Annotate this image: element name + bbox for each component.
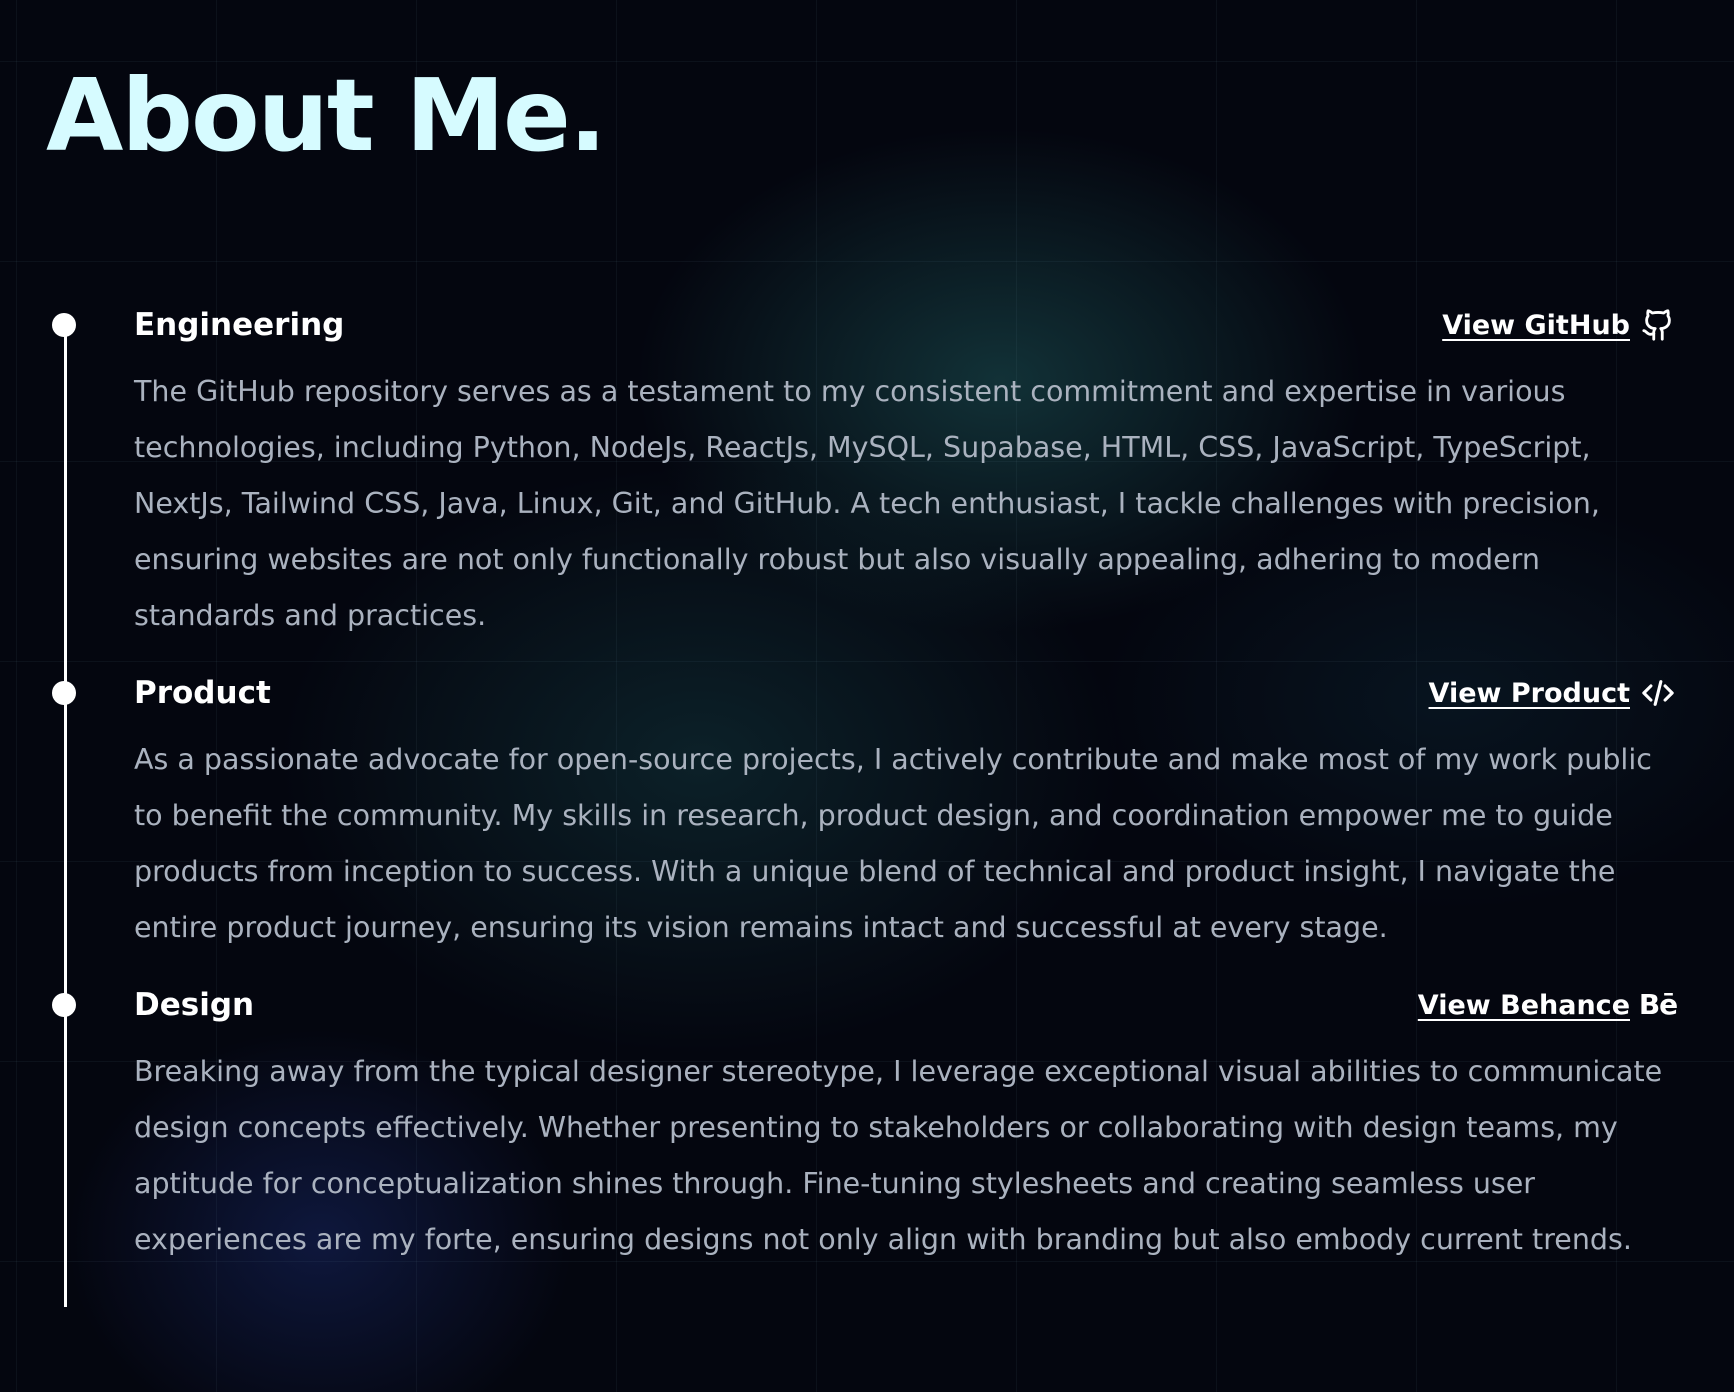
view-github-link[interactable]: View GitHub: [1442, 307, 1676, 343]
section-design: Design View Behance Bē Breaking away fro…: [52, 980, 1678, 1268]
link-label: View Product: [1428, 677, 1630, 709]
section-description: The GitHub repository serves as a testam…: [134, 375, 1600, 632]
section-header: Product View Product: [134, 668, 1676, 718]
section-header: Engineering View GitHub: [134, 300, 1676, 350]
view-product-link[interactable]: View Product: [1429, 675, 1676, 711]
timeline-dot: [52, 313, 76, 337]
view-behance-link[interactable]: View Behance Bē: [1417, 987, 1678, 1023]
section-title: Product: [134, 675, 271, 711]
section-description: Breaking away from the typical designer …: [134, 1055, 1663, 1256]
timeline-line: [64, 322, 67, 1307]
link-label: View Behance: [1417, 989, 1630, 1021]
code-icon: [1640, 675, 1676, 711]
timeline-dot: [52, 681, 76, 705]
section-title: Engineering: [134, 307, 345, 343]
section-engineering: Engineering View GitHub The GitHub repos…: [52, 300, 1676, 644]
github-icon: [1640, 307, 1676, 343]
section-header: Design View Behance Bē: [134, 980, 1678, 1030]
section-title: Design: [134, 987, 255, 1023]
link-label: View GitHub: [1442, 309, 1630, 341]
section-description: As a passionate advocate for open-source…: [134, 743, 1652, 944]
section-product: Product View Product As a passionate adv…: [52, 668, 1676, 956]
behance-icon: Bē: [1638, 988, 1678, 1021]
timeline-dot: [52, 993, 76, 1017]
page-title: About Me.: [46, 57, 607, 174]
